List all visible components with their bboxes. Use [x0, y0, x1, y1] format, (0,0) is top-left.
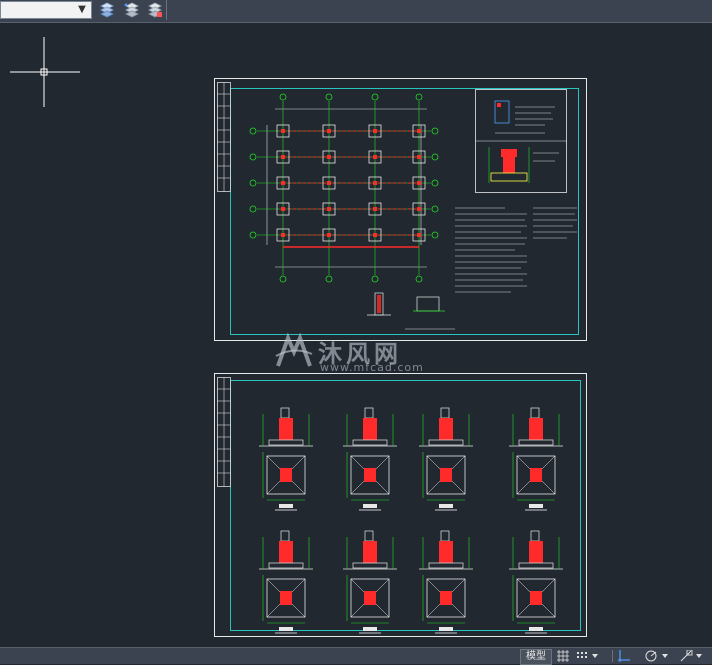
footing-detail-jc7 [418, 530, 474, 634]
layer-previous-button[interactable] [121, 0, 141, 20]
chevron-down-icon[interactable]: ▼ [75, 3, 89, 17]
drawing-sheet-foundation-plan[interactable] [214, 78, 587, 341]
footing-detail-jc1 [258, 407, 314, 511]
object-snap-icon [680, 650, 702, 662]
grid-display-button[interactable] [556, 649, 570, 663]
layer-isolate-icon [148, 2, 162, 18]
drawing-canvas[interactable]: 沐风网 www.mfcad.com [0, 23, 712, 647]
object-snap-button[interactable] [680, 649, 704, 663]
crosshair-cursor-icon [10, 37, 80, 107]
title-strip [217, 377, 231, 487]
top-toolbar: ▼ [0, 0, 712, 23]
detail-box-drawing [475, 89, 567, 193]
layer-dropdown[interactable]: ▼ [0, 1, 92, 19]
layer-previous-icon [124, 2, 139, 18]
notes-text-block [455, 207, 577, 293]
layer-isolate-button[interactable] [145, 0, 165, 20]
drawing-sheet-footing-details[interactable] [214, 373, 587, 637]
polar-tracking-icon [645, 650, 668, 662]
layer-match-button[interactable] [97, 0, 117, 20]
footing-detail-jc2 [342, 407, 398, 511]
statusbar-divider [612, 650, 613, 662]
toolbar-divider [166, 0, 167, 20]
footing-detail-jc8 [508, 530, 564, 634]
footing-detail-jc6 [342, 530, 398, 634]
footing-detail-jc3 [418, 407, 474, 511]
status-bar: 模型 [0, 647, 712, 665]
section-detail-drawing [367, 292, 455, 330]
snap-icon [577, 652, 598, 658]
snap-mode-button[interactable] [576, 649, 600, 663]
footing-detail-jc5 [258, 530, 314, 634]
ortho-icon [618, 650, 630, 662]
ortho-mode-button[interactable] [618, 649, 630, 663]
footing-detail-jc4 [508, 407, 564, 511]
layer-match-icon [100, 2, 114, 18]
grid-icon [557, 650, 569, 662]
title-strip [217, 82, 231, 192]
foundation-plan-drawing [249, 93, 439, 283]
polar-tracking-button[interactable] [644, 649, 670, 663]
